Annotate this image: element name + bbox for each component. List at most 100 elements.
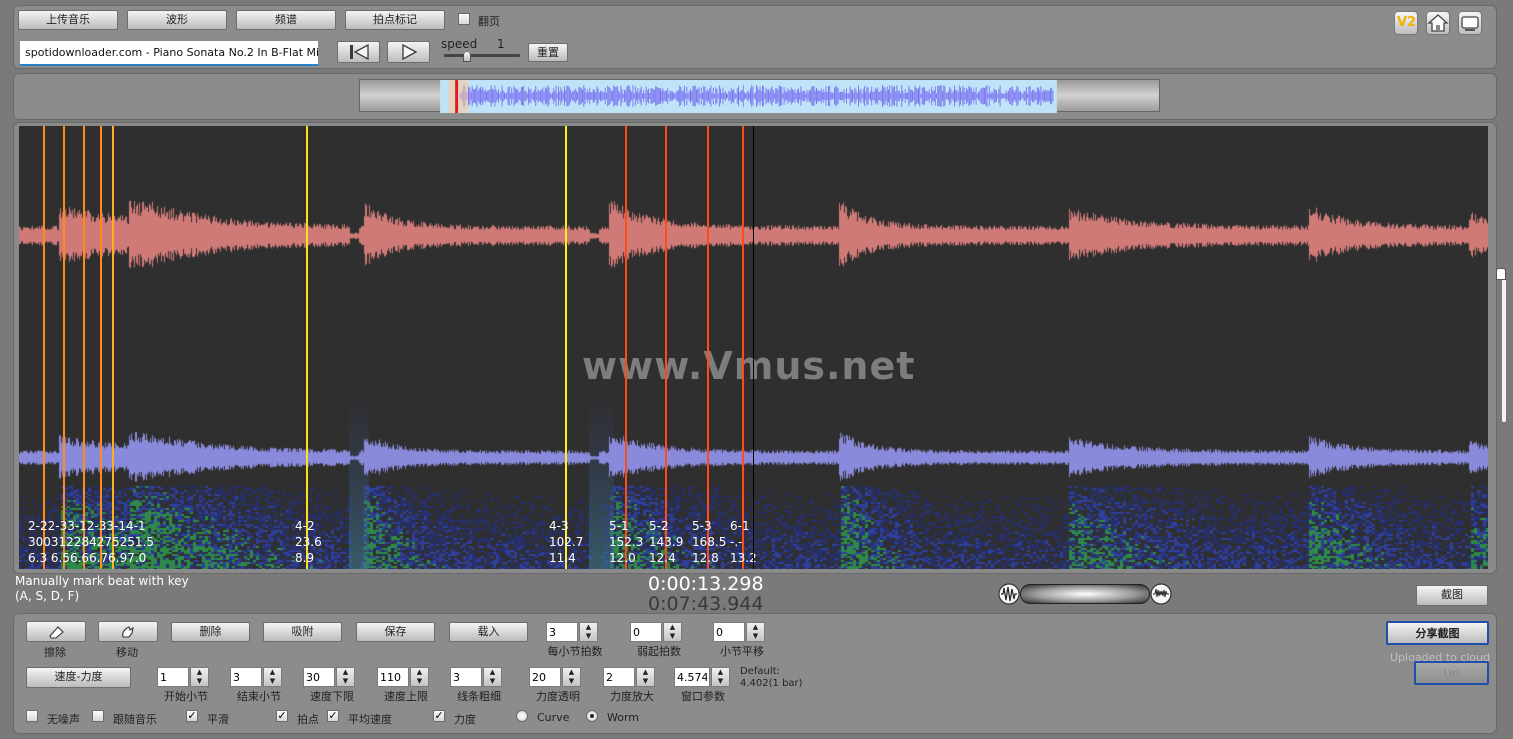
spinner-arrows[interactable]: ▲ ▼: [336, 667, 355, 687]
spinner-arrows[interactable]: ▲ ▼: [711, 667, 730, 687]
beat-marker-line[interactable]: [742, 126, 744, 569]
beat-marker-line[interactable]: [625, 126, 627, 569]
beat-marker-line[interactable]: [100, 126, 102, 569]
screenshot-button[interactable]: 截图: [1416, 585, 1488, 606]
dynamic-opacity-input[interactable]: [529, 667, 561, 687]
fullscreen-button[interactable]: [1458, 11, 1482, 35]
line-width-input[interactable]: [450, 667, 482, 687]
spectrum-button[interactable]: 频谱: [236, 10, 336, 30]
start-bar-input[interactable]: [157, 667, 189, 687]
url-button[interactable]: Url: [1414, 661, 1489, 685]
beat-mark-button[interactable]: 拍点标记: [345, 10, 445, 30]
spinner-down-icon[interactable]: ▼: [712, 677, 729, 686]
waveform-area[interactable]: www.Vmus.net 2-22-33-12-33-14-1 300312284…: [19, 126, 1488, 569]
tempo-lower-spinner[interactable]: ▲▼: [303, 667, 355, 687]
spinner-up-icon[interactable]: ▲: [637, 668, 654, 677]
end-bar-spinner[interactable]: ▲▼: [230, 667, 282, 687]
spinner-arrows[interactable]: ▲ ▼: [263, 667, 282, 687]
spinner-arrows[interactable]: ▲ ▼: [562, 667, 581, 687]
share-screenshot-button[interactable]: 分享截图: [1386, 621, 1489, 645]
spinner-up-icon[interactable]: ▲: [664, 623, 681, 632]
beats-per-bar-spinner[interactable]: ▲▼: [546, 622, 598, 642]
skip-back-button[interactable]: [337, 41, 380, 63]
spinner-up-icon[interactable]: ▲: [191, 668, 208, 677]
dynamics-checkbox[interactable]: ✓: [433, 710, 445, 722]
waveform-button[interactable]: 波形: [127, 10, 227, 30]
tempo-dynamic-button[interactable]: 速度-力度: [26, 667, 131, 688]
curve-radio[interactable]: [516, 710, 528, 722]
beats-checkbox[interactable]: ✓: [276, 710, 288, 722]
avg-tempo-checkbox[interactable]: ✓: [327, 710, 339, 722]
dynamic-zoom-spinner[interactable]: ▲▼: [603, 667, 655, 687]
spinner-down-icon[interactable]: ▼: [637, 677, 654, 686]
beat-marker-line[interactable]: [112, 126, 114, 569]
zoom-slider[interactable]: [998, 583, 1172, 605]
dynamic-opacity-spinner[interactable]: ▲▼: [529, 667, 581, 687]
v2-button[interactable]: V2: [1394, 11, 1418, 35]
spinner-arrows[interactable]: ▲ ▼: [410, 667, 429, 687]
spinner-down-icon[interactable]: ▼: [337, 677, 354, 686]
spinner-down-icon[interactable]: ▼: [264, 677, 281, 686]
zoom-slider-track[interactable]: [1020, 584, 1150, 604]
bar-shift-spinner[interactable]: ▲▼: [713, 622, 765, 642]
spinner-up-icon[interactable]: ▲: [563, 668, 580, 677]
spinner-arrows[interactable]: ▲ ▼: [483, 667, 502, 687]
window-param-spinner[interactable]: ▲▼: [674, 667, 730, 687]
tempo-upper-spinner[interactable]: ▲▼: [377, 667, 429, 687]
vertical-scroll-thumb[interactable]: [1496, 268, 1506, 280]
spinner-arrows[interactable]: ▲ ▼: [190, 667, 209, 687]
beat-marker-line[interactable]: [43, 126, 45, 569]
beat-marker-line[interactable]: [665, 126, 667, 569]
upbeat-beats-spinner[interactable]: ▲▼: [630, 622, 682, 642]
beat-marker-line[interactable]: [707, 126, 709, 569]
reset-button[interactable]: 重置: [528, 43, 568, 62]
spinner-arrows[interactable]: ▲ ▼: [663, 622, 682, 642]
beat-marker-line[interactable]: [83, 126, 85, 569]
speed-slider-track[interactable]: [444, 54, 520, 57]
track-title-input[interactable]: spotidownloader.com - Piano Sonata No.2 …: [19, 40, 319, 66]
beat-marker-line[interactable]: [63, 126, 65, 569]
overview-playhead[interactable]: [455, 80, 459, 113]
spinner-up-icon[interactable]: ▲: [484, 668, 501, 677]
worm-radio[interactable]: [586, 710, 598, 722]
spinner-down-icon[interactable]: ▼: [747, 632, 764, 641]
smooth-checkbox[interactable]: ✓: [186, 710, 198, 722]
spinner-arrows[interactable]: ▲ ▼: [746, 622, 765, 642]
delete-button[interactable]: 删除: [171, 622, 250, 642]
spinner-up-icon[interactable]: ▲: [337, 668, 354, 677]
home-button[interactable]: [1426, 11, 1450, 35]
spinner-down-icon[interactable]: ▼: [563, 677, 580, 686]
tempo-lower-input[interactable]: [303, 667, 335, 687]
erase-button[interactable]: [26, 621, 86, 642]
play-button[interactable]: [387, 41, 430, 63]
vertical-scroll-track[interactable]: [1502, 272, 1506, 422]
spinner-down-icon[interactable]: ▼: [411, 677, 428, 686]
beats-per-bar-input[interactable]: [546, 622, 578, 642]
spinner-arrows[interactable]: ▲ ▼: [579, 622, 598, 642]
follow-music-checkbox[interactable]: [92, 710, 104, 722]
snap-button[interactable]: 吸附: [263, 622, 342, 642]
overview-strip[interactable]: [359, 79, 1160, 113]
start-bar-spinner[interactable]: ▲▼: [157, 667, 209, 687]
no-noise-checkbox[interactable]: [26, 710, 38, 722]
spinner-up-icon[interactable]: ▲: [264, 668, 281, 677]
load-button[interactable]: 载入: [449, 622, 528, 642]
spinner-down-icon[interactable]: ▼: [484, 677, 501, 686]
dynamic-zoom-input[interactable]: [603, 667, 635, 687]
move-button[interactable]: [98, 621, 158, 642]
spinner-up-icon[interactable]: ▲: [580, 623, 597, 632]
spinner-down-icon[interactable]: ▼: [664, 632, 681, 641]
window-param-input[interactable]: [674, 667, 710, 687]
save-button[interactable]: 保存: [356, 622, 435, 642]
spinner-up-icon[interactable]: ▲: [411, 668, 428, 677]
playhead[interactable]: [753, 126, 754, 569]
spinner-arrows[interactable]: ▲ ▼: [636, 667, 655, 687]
end-bar-input[interactable]: [230, 667, 262, 687]
line-width-spinner[interactable]: ▲▼: [450, 667, 502, 687]
beat-marker-line[interactable]: [565, 126, 567, 569]
upload-music-button[interactable]: 上传音乐: [18, 10, 118, 30]
upbeat-beats-input[interactable]: [630, 622, 662, 642]
bar-shift-input[interactable]: [713, 622, 745, 642]
beat-marker-line[interactable]: [306, 126, 308, 569]
spinner-down-icon[interactable]: ▼: [580, 632, 597, 641]
